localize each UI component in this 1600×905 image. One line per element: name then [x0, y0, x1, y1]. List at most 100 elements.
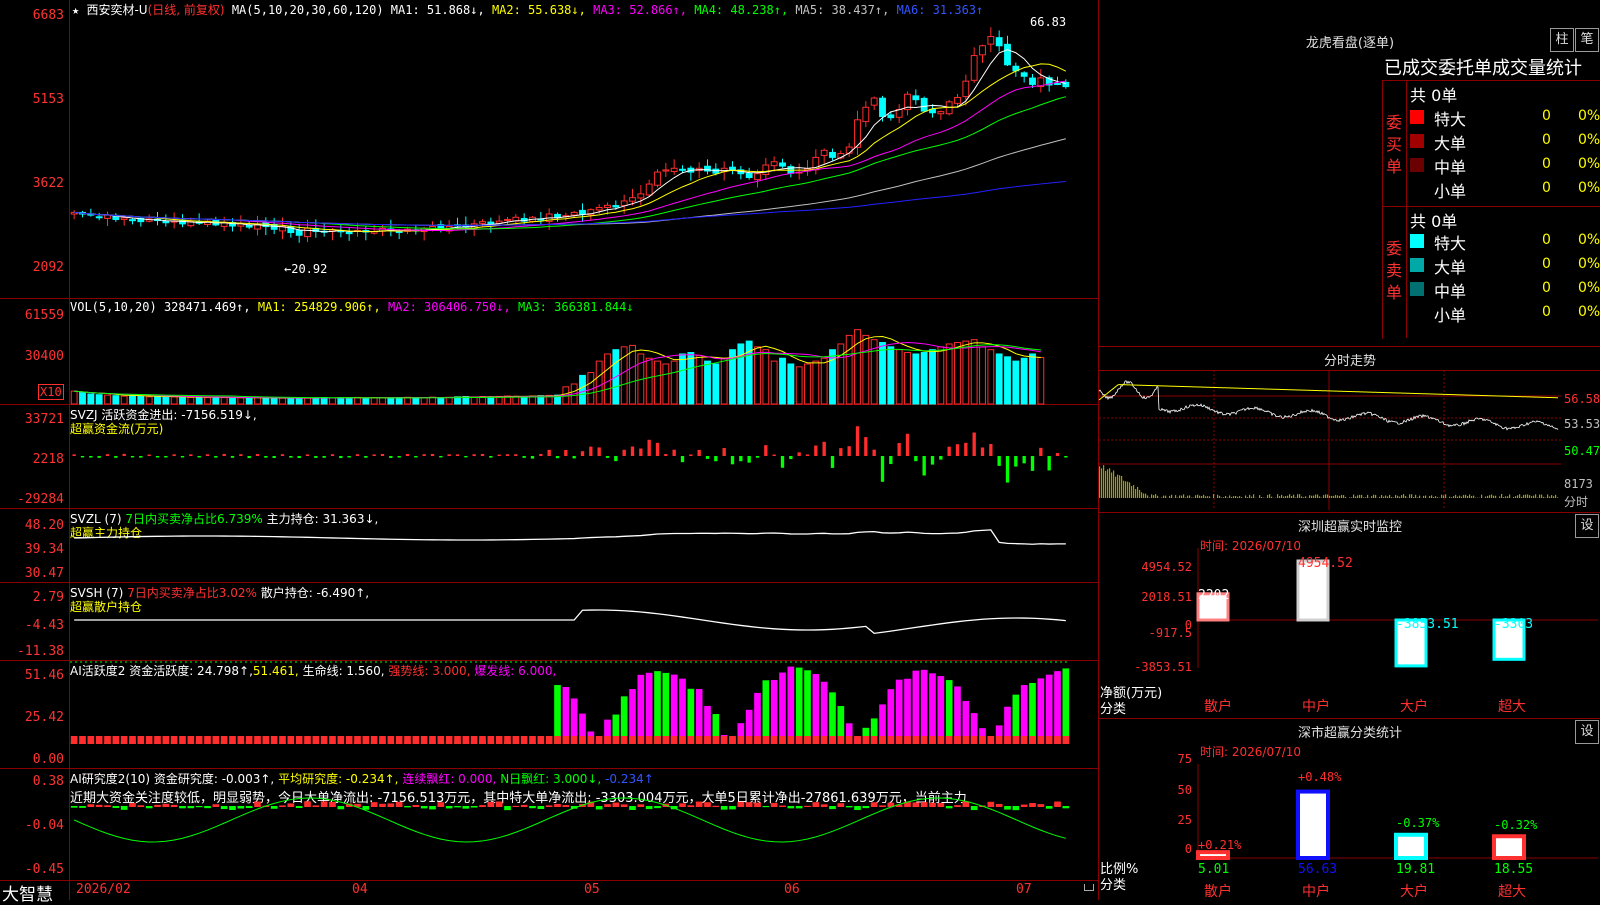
activity-base-bar	[538, 736, 545, 744]
intraday-vol-bar	[1155, 494, 1156, 498]
intraday-vol-bar	[1157, 496, 1158, 498]
svsh-chart[interactable]	[70, 582, 1098, 660]
research-bar	[1046, 806, 1053, 809]
flow-bar	[523, 456, 526, 458]
research-bar	[379, 804, 386, 807]
research-bar	[254, 802, 261, 807]
cls-category: 超大	[1498, 881, 1526, 901]
intraday-vol-bar	[1373, 495, 1374, 498]
activity-bar	[663, 673, 670, 744]
activity-bar	[763, 680, 770, 744]
cls-category: 中户	[1302, 881, 1330, 901]
svsh-line	[74, 610, 1066, 633]
intraday-vol-bar	[1145, 494, 1146, 498]
order-stats-tabs[interactable]: 已成交委托单成交量统计	[1384, 54, 1582, 80]
research-bar	[596, 806, 603, 809]
cls-settings-button[interactable]: 设	[1575, 720, 1599, 744]
candle-body	[771, 162, 777, 166]
ai2-axis-1: -0.04	[0, 818, 64, 833]
sz-settings-button[interactable]: 设	[1575, 514, 1599, 538]
flow-bar	[448, 454, 451, 456]
intraday-vol-bar	[1487, 496, 1488, 498]
intraday-vol-bar	[1139, 490, 1140, 498]
intraday-vol-bar	[1219, 496, 1220, 498]
intraday-vol-bar	[1279, 496, 1280, 498]
cls-axis-label: 25	[1152, 813, 1192, 827]
flow-bar	[598, 447, 601, 456]
intraday-vol-bar	[1341, 495, 1342, 498]
flow-bar	[948, 447, 951, 456]
sell-row-count: 0	[1542, 256, 1551, 272]
intraday-vol-bar	[1531, 496, 1532, 498]
intraday-vol-bar	[1513, 497, 1514, 498]
research-bar	[79, 806, 86, 808]
candle-body	[305, 228, 311, 236]
intraday-vol-bar	[1495, 496, 1496, 498]
activity-base-bar	[254, 736, 261, 744]
volume-bar	[738, 344, 744, 404]
flow-bar	[498, 455, 501, 456]
activity-base-bar	[396, 736, 403, 744]
flow-bar	[298, 456, 301, 458]
cls-title: 深市超赢分类统计	[1260, 722, 1440, 741]
research-bar	[654, 806, 661, 808]
activity-base-bar	[221, 736, 228, 744]
flow-bar	[223, 454, 226, 456]
volume-chart[interactable]	[70, 300, 1098, 404]
intraday-vol-bar	[1361, 495, 1362, 498]
activity-bar	[1038, 678, 1045, 744]
high-price-mark: 66.83	[1030, 15, 1066, 29]
flow-bar	[614, 456, 617, 461]
flow-bar	[731, 456, 734, 464]
flow-bar	[106, 454, 109, 456]
intraday-vol-bar	[1547, 494, 1548, 498]
cls-stats-chart[interactable]	[1198, 758, 1598, 868]
flow-bar	[739, 456, 742, 461]
flow-bar	[81, 456, 84, 457]
intraday-chart[interactable]	[1099, 370, 1561, 510]
bar-mode-button[interactable]: 柱	[1550, 28, 1574, 52]
flow-bar	[389, 456, 392, 458]
intraday-vol-bar	[1193, 497, 1194, 498]
activity-bar	[804, 670, 811, 744]
svzl-chart[interactable]	[70, 508, 1098, 582]
buy-row-swatch	[1410, 110, 1424, 124]
sell-row-name: 特大	[1434, 230, 1466, 254]
flow-bar	[164, 456, 167, 458]
candle-body	[763, 165, 769, 174]
intraday-vol-bar	[1171, 495, 1172, 498]
lock-icon[interactable]	[1084, 884, 1094, 891]
volume-bar	[605, 354, 611, 404]
research-bar	[996, 804, 1003, 807]
buy-row-name: 大单	[1434, 130, 1466, 154]
intraday-vol-bar	[1281, 495, 1282, 498]
intraday-vol-bar	[1101, 468, 1102, 498]
activity-base-bar	[421, 736, 428, 744]
activity-bar	[696, 689, 703, 744]
svzj-chart[interactable]	[70, 404, 1098, 508]
intraday-vol-bar	[1207, 496, 1208, 498]
ai1-chart[interactable]	[70, 660, 1098, 768]
candle-body	[505, 219, 511, 220]
research-bar	[1029, 803, 1036, 807]
ai2-chart[interactable]	[70, 768, 1098, 880]
intraday-vol-bar	[1383, 497, 1384, 498]
flow-bar	[198, 456, 201, 457]
activity-base-bar	[1013, 736, 1020, 744]
tick-mode-button[interactable]: 笔	[1575, 28, 1599, 52]
intraday-vol-bar	[1213, 494, 1214, 498]
research-bar	[829, 806, 836, 809]
intraday-vol-bar	[1465, 495, 1466, 498]
ma1-line	[74, 50, 1066, 232]
intraday-vol-bar	[1527, 494, 1528, 498]
research-bar	[529, 806, 536, 808]
flow-bar	[589, 447, 592, 456]
activity-base-bar	[746, 736, 753, 744]
research-bar	[938, 803, 945, 807]
price-chart[interactable]	[70, 14, 1098, 298]
ma2-line	[74, 64, 1066, 232]
activity-base-bar	[879, 736, 886, 744]
candle-body	[663, 170, 669, 171]
date-axis-4: 07	[1016, 882, 1032, 897]
sz-monitor-chart[interactable]	[1198, 548, 1598, 718]
